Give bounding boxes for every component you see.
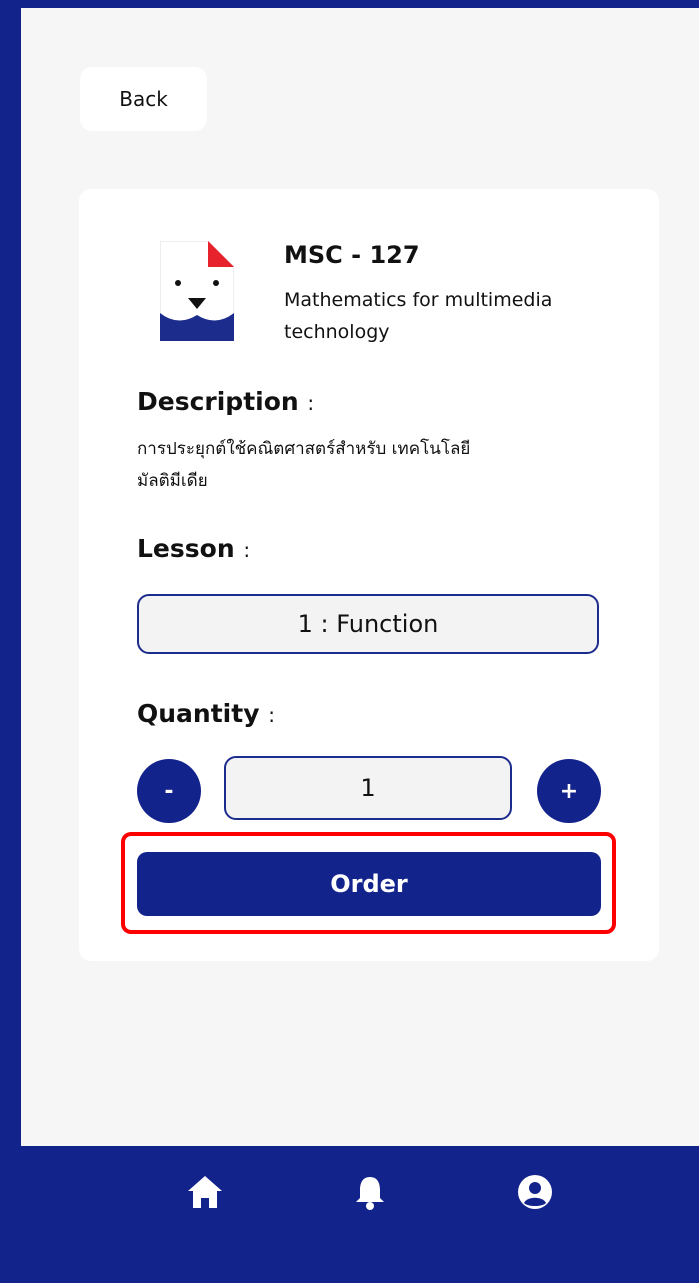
lesson-select[interactable]: 1 : Function [137,594,599,654]
user-circle-icon[interactable] [515,1172,555,1212]
lesson-heading: Lesson : [137,534,250,563]
description-text: การประยุกต์ใช้คณิตศาสตร์สำหรับ เทคโนโลยี… [137,439,471,491]
increment-button[interactable]: + [537,759,601,823]
course-code: MSC - 127 [284,241,420,269]
description-label: Description [137,387,299,416]
quantity-label: Quantity [137,699,260,728]
description-heading: Description : [137,387,314,416]
lesson-label: Lesson [137,534,235,563]
quantity-heading: Quantity : [137,699,275,728]
course-name: Mathematics for multimedia technology [284,289,553,343]
order-button[interactable]: Order [137,852,601,916]
quantity-field[interactable]: 1 [224,756,512,820]
description-colon: : [307,391,315,415]
bell-icon[interactable] [350,1172,390,1212]
lesson-colon: : [243,538,251,562]
course-logo-icon [160,241,234,341]
back-button[interactable]: Back [80,67,207,131]
course-card: MSC - 127 Mathematics for multimedia tec… [79,189,659,961]
home-icon[interactable] [185,1172,225,1212]
quantity-colon: : [268,703,275,727]
decrement-button[interactable]: - [137,759,201,823]
